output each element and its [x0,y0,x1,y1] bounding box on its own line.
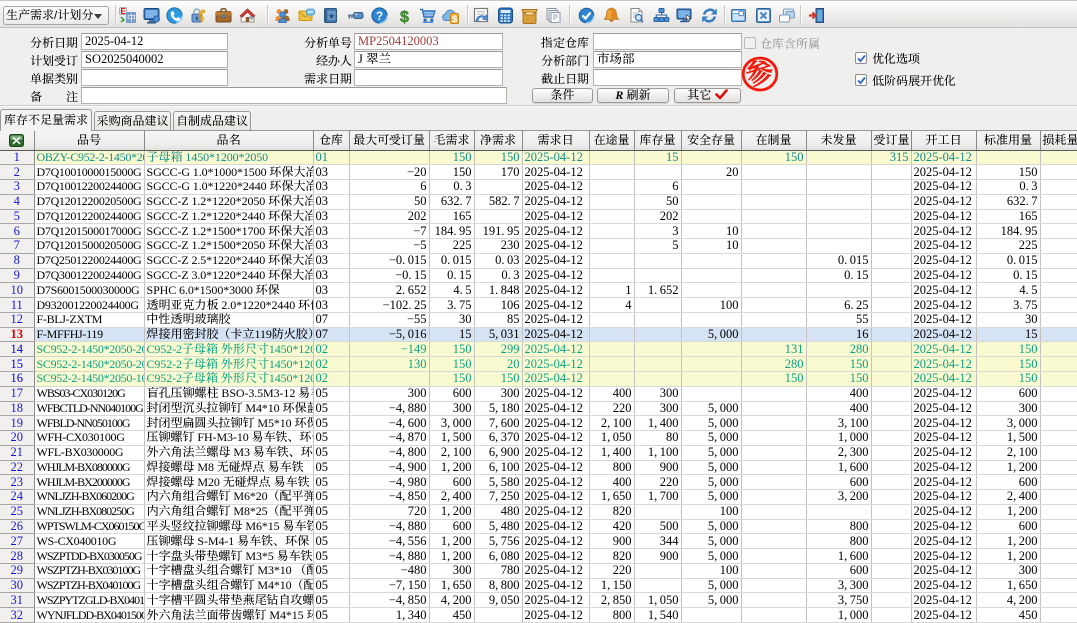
svg-text:E: E [121,7,127,16]
svg-text:$: $ [400,9,409,24]
svg-text:?: ? [376,11,383,23]
svg-text:中: 中 [127,13,136,23]
svg-text:$: $ [452,14,458,24]
